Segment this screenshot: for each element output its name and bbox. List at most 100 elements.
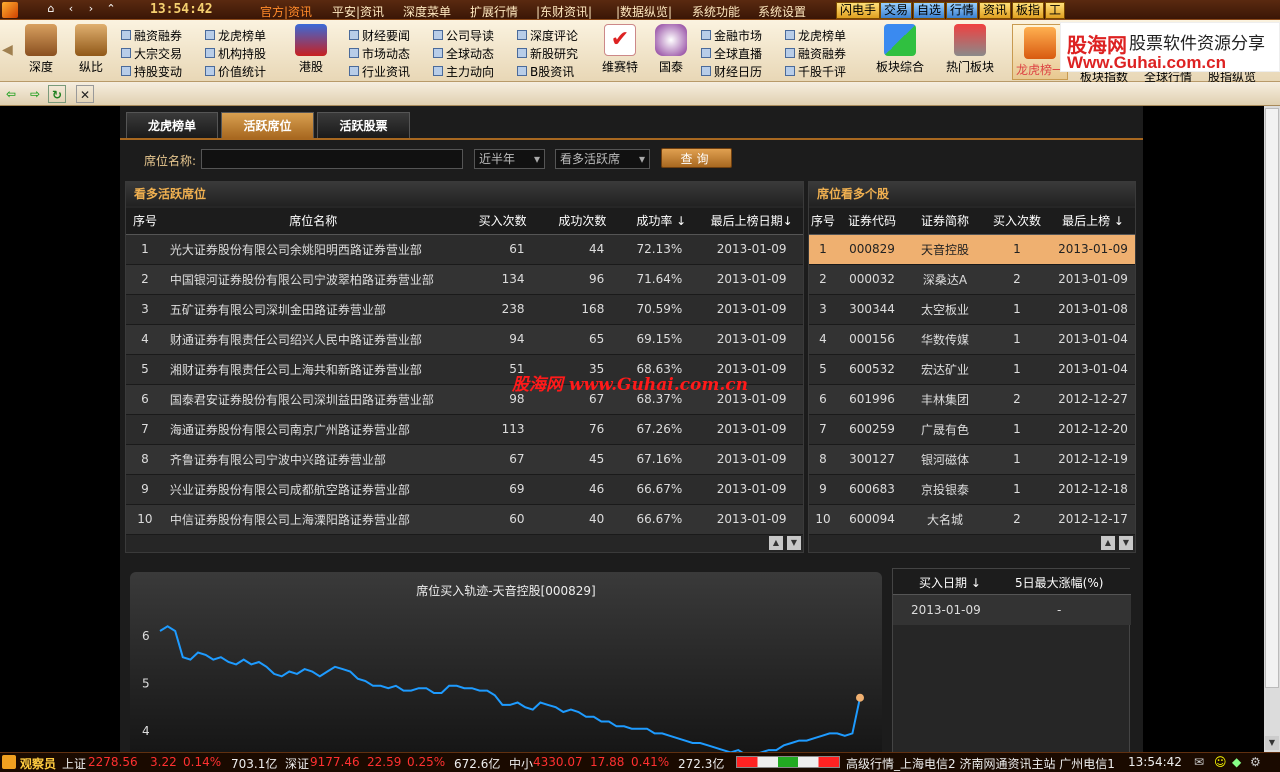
- col-success-count[interactable]: 成功次数: [542, 208, 623, 235]
- tool-financial-market[interactable]: 金融市场: [701, 27, 762, 44]
- menu-eastmoney-news[interactable]: |东财资讯|: [536, 3, 592, 20]
- col-stock-name[interactable]: 证券简称: [907, 208, 983, 235]
- refresh-icon[interactable]: ↻: [48, 85, 66, 103]
- quick-trade[interactable]: 交易: [880, 2, 913, 19]
- table-row[interactable]: 8 300127 银河磁体 1 2012-12-19: [809, 444, 1135, 475]
- table-row[interactable]: 9 兴业证券股份有限公司成都航空路证券营业部 69 46 66.67% 2013-01-0…: [126, 474, 803, 505]
- scroll-up-icon[interactable]: ▲: [1101, 536, 1115, 550]
- quick-flash-trade[interactable]: 闪电手: [836, 2, 881, 19]
- tool-guotai[interactable]: 国泰: [654, 24, 688, 75]
- home-icon[interactable]: ⌂: [44, 2, 58, 16]
- type-select[interactable]: 看多活跃席: [555, 149, 650, 169]
- tool-stock-reviews[interactable]: 千股千评: [785, 63, 846, 80]
- menu-pingan-news[interactable]: 平安|资讯: [332, 3, 384, 20]
- menu-ext-quotes[interactable]: 扩展行情: [470, 3, 518, 20]
- table-row[interactable]: 10 中信证券股份有限公司上海溧阳路证券营业部 60 40 66.67% 2013-01-…: [126, 504, 803, 535]
- table-row[interactable]: 9 600683 京投银泰 1 2012-12-18: [809, 474, 1135, 505]
- tool-depth-review[interactable]: 深度评论: [517, 27, 578, 44]
- tool-ipo-research[interactable]: 新股研究: [517, 45, 578, 62]
- tool-dragon-tiger-2[interactable]: 龙虎榜单: [785, 27, 846, 44]
- vertical-scrollbar[interactable]: ▼: [1264, 106, 1280, 752]
- tool-market-news[interactable]: 市场动态: [349, 45, 410, 62]
- col-seat-name[interactable]: 席位名称: [163, 208, 463, 235]
- menu-data-overview[interactable]: |数据纵览|: [616, 3, 672, 20]
- table-row[interactable]: 10 600094 大名城 2 2012-12-17: [809, 504, 1135, 535]
- seat-name-input[interactable]: [201, 149, 463, 169]
- scroll-down-icon[interactable]: ▼: [1119, 536, 1133, 550]
- col-index[interactable]: 序号: [126, 208, 164, 235]
- col-buy-date[interactable]: 买入日期 ↓: [919, 574, 981, 591]
- observer-label[interactable]: 观察员: [20, 755, 56, 772]
- mail-icon[interactable]: ✉: [1194, 755, 1204, 769]
- table-row[interactable]: 3 300344 太空板业 1 2013-01-08: [809, 294, 1135, 325]
- tool-board-overview[interactable]: 板块综合: [874, 24, 926, 75]
- tool-company-guide[interactable]: 公司导读: [433, 27, 494, 44]
- table-row[interactable]: 7 600259 广晟有色 1 2012-12-20: [809, 414, 1135, 445]
- col-index[interactable]: 序号: [809, 208, 837, 235]
- smile-icon[interactable]: ☺: [1214, 755, 1227, 769]
- info-row[interactable]: 2013-01-09 -: [893, 595, 1131, 625]
- col-success-rate[interactable]: 成功率 ↓: [622, 208, 701, 235]
- col-max-gain[interactable]: 5日最大涨幅(%): [1015, 574, 1103, 591]
- tab-active-stocks[interactable]: 活跃股票: [317, 112, 410, 138]
- tool-finance-news[interactable]: 财经要闻: [349, 27, 410, 44]
- tool-depth[interactable]: 深度: [24, 24, 58, 75]
- table-row[interactable]: 6 601996 丰林集团 2 2012-12-27: [809, 384, 1135, 415]
- close-icon[interactable]: ✕: [76, 85, 94, 103]
- tool-global-news[interactable]: 全球动态: [433, 45, 494, 62]
- tool-compare[interactable]: 纵比: [74, 24, 108, 75]
- server-info[interactable]: 高级行情_上海电信2 济南网通资讯主站 广州电信1: [846, 755, 1115, 772]
- table-row[interactable]: 2 中国银河证券股份有限公司宁波翠柏路证券营业部 134 96 71.64% 2013-0…: [126, 264, 803, 295]
- scroll-up-icon[interactable]: ▲: [769, 536, 783, 550]
- tool-hot-boards[interactable]: 热门板块: [944, 24, 996, 75]
- table-row[interactable]: 3 五矿证券有限公司深圳金田路证券营业部 238 168 70.59% 2013-01-0…: [126, 294, 803, 325]
- table-row[interactable]: 2 000032 深桑达A 2 2013-01-09: [809, 264, 1135, 295]
- tool-weisaite[interactable]: ✔ 维赛特: [600, 24, 640, 75]
- tool-holding-change[interactable]: 持股变动: [121, 63, 182, 80]
- tool-main-force[interactable]: 主力动向: [433, 63, 494, 80]
- table-row[interactable]: 1 光大证券股份有限公司余姚阳明西路证券营业部 61 44 72.13% 2013-01-…: [126, 234, 803, 265]
- col-stock-code[interactable]: 证券代码: [837, 208, 907, 235]
- network-icon[interactable]: ◆: [1232, 755, 1241, 769]
- back-arrow-icon[interactable]: ⇦: [2, 85, 20, 103]
- menu-depth[interactable]: 深度菜单: [403, 3, 451, 20]
- tool-finance-calendar[interactable]: 财经日历: [701, 63, 762, 80]
- settings-icon[interactable]: ⚙: [1250, 755, 1261, 769]
- col-buy-count[interactable]: 买入次数: [983, 208, 1051, 235]
- quick-board-index[interactable]: 板指: [1012, 2, 1045, 19]
- col-buy-count[interactable]: 买入次数: [462, 208, 543, 235]
- quick-news[interactable]: 资讯: [979, 2, 1012, 19]
- tool-inst-holding[interactable]: 机构持股: [205, 45, 266, 62]
- table-row[interactable]: 1 000829 天音控股 1 2013-01-09: [809, 234, 1135, 265]
- up-icon[interactable]: ⌃: [104, 2, 118, 16]
- tool-industry-news[interactable]: 行业资讯: [349, 63, 410, 80]
- tool-dragon-tiger[interactable]: 龙虎榜单: [205, 27, 266, 44]
- tool-margin-trading-2[interactable]: 融资融券: [785, 45, 846, 62]
- quick-quotes[interactable]: 行情: [946, 2, 979, 19]
- tool-block-trades[interactable]: 大宗交易: [121, 45, 182, 62]
- tool-hk-stocks[interactable]: 港股: [294, 24, 328, 75]
- query-button[interactable]: 查询: [661, 148, 732, 168]
- quick-watchlist[interactable]: 自选: [913, 2, 946, 19]
- tool-b-share-news[interactable]: B股资讯: [517, 63, 574, 80]
- table-row[interactable]: 7 海通证券股份有限公司南京广州路证券营业部 113 76 67.26% 2013-01-…: [126, 414, 803, 445]
- period-select[interactable]: 近半年: [474, 149, 545, 169]
- menu-system-functions[interactable]: 系统功能: [692, 3, 740, 20]
- scroll-down-icon[interactable]: ▼: [787, 536, 801, 550]
- table-row[interactable]: 8 齐鲁证券有限公司宁波中兴路证券营业部 67 45 67.16% 2013-01-09: [126, 444, 803, 475]
- table-row[interactable]: 4 000156 华数传媒 1 2013-01-04: [809, 324, 1135, 355]
- buy-point-marker[interactable]: [856, 693, 864, 702]
- tool-global-live[interactable]: 全球直播: [701, 45, 762, 62]
- scrollbar-thumb[interactable]: [1265, 108, 1279, 688]
- col-last-date[interactable]: 最后上榜日期↓: [700, 208, 803, 235]
- toolbar-left-arrow-icon[interactable]: ◀: [2, 42, 14, 60]
- tab-active-seats[interactable]: 活跃席位: [221, 112, 314, 138]
- table-row[interactable]: 4 财通证券有限责任公司绍兴人民中路证券营业部 94 65 69.15% 2013-01-…: [126, 324, 803, 355]
- forward-icon[interactable]: ›: [84, 2, 98, 16]
- tool-value-stats[interactable]: 价值统计: [205, 63, 266, 80]
- table-row[interactable]: 5 600532 宏达矿业 1 2013-01-04: [809, 354, 1135, 385]
- col-last-listed[interactable]: 最后上榜 ↓: [1051, 208, 1135, 235]
- forward-arrow-icon[interactable]: ⇨: [26, 85, 44, 103]
- tab-dragon-tiger-list[interactable]: 龙虎榜单: [126, 112, 218, 138]
- scroll-down-icon[interactable]: ▼: [1265, 736, 1279, 750]
